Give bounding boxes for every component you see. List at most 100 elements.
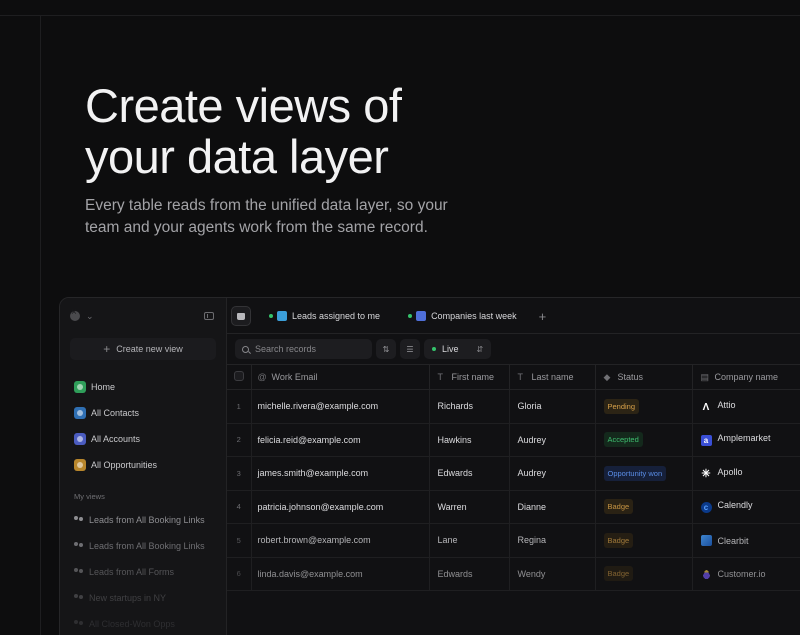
add-tab-button[interactable]: +	[539, 309, 547, 324]
main-panel: Leads assigned to me Companies last week…	[226, 298, 800, 635]
building-icon: ▤	[700, 371, 710, 382]
view-item[interactable]: All Closed-Won Opps	[60, 611, 226, 635]
close-icon[interactable]	[70, 307, 80, 321]
table-row[interactable]: 6 linda.davis@example.com Edwards Wendy …	[227, 557, 800, 591]
table-row[interactable]: 5 robert.brown@example.com Lane Regina B…	[227, 523, 800, 558]
contacts-icon	[74, 407, 86, 419]
cell-company[interactable]: Clearbit	[692, 523, 800, 558]
cell-company[interactable]: Λ Attio	[692, 389, 800, 424]
sidebar-item-all-accounts[interactable]: All Accounts	[60, 426, 226, 452]
column-header-status[interactable]: ◆ Status	[595, 364, 693, 390]
cell-first-name[interactable]: Edwards	[429, 557, 510, 591]
tab-home[interactable]	[231, 306, 251, 326]
sort-button[interactable]: ⇅	[376, 339, 396, 359]
calendly-logo-icon: c	[700, 502, 712, 514]
left-divider	[40, 15, 41, 635]
sidebar-toggle-icon[interactable]	[204, 312, 214, 320]
hero-subtitle: Every table reads from the unified data …	[85, 197, 448, 236]
cell-last-name[interactable]: Audrey	[509, 423, 596, 457]
live-mode-select[interactable]: Live ⇵	[424, 339, 492, 359]
search-placeholder: Search records	[255, 344, 317, 354]
cell-company[interactable]: ✳ Apollo	[692, 456, 800, 491]
cell-company[interactable]: a Amplemarket	[692, 423, 800, 457]
plus-icon: +	[103, 342, 111, 356]
attio-logo-icon: Λ	[702, 401, 710, 413]
cell-last-name[interactable]: Gloria	[509, 389, 596, 424]
cell-status[interactable]: Opportunity won	[595, 456, 693, 491]
view-item[interactable]: Leads from All Booking Links	[60, 533, 226, 559]
table-row[interactable]: 1 michelle.rivera@example.com Richards G…	[227, 389, 800, 424]
status-badge: Pending	[603, 398, 640, 414]
column-header-first-name[interactable]: T First name	[429, 364, 510, 390]
view-item-label: Leads from All Booking Links	[89, 541, 205, 551]
cell-status[interactable]: Accepted	[595, 423, 693, 457]
tab-companies-last-week[interactable]: Companies last week	[402, 305, 527, 327]
chevron-down-icon[interactable]: ⌄	[86, 311, 94, 322]
cell-first-name[interactable]: Richards	[429, 389, 510, 424]
column-header-company-name[interactable]: ▤ Company name	[692, 364, 800, 390]
table-row[interactable]: 4 patricia.johnson@example.com Warren Di…	[227, 490, 800, 524]
status-badge: Accepted	[603, 432, 643, 448]
row-number: 5	[227, 523, 252, 558]
cell-company[interactable]: c Calendly	[692, 490, 800, 524]
cell-last-name[interactable]: Wendy	[509, 557, 596, 591]
select-all-checkbox-cell[interactable]	[227, 364, 252, 390]
opportunities-icon	[74, 459, 86, 471]
company-name: Customer.io	[717, 569, 766, 580]
row-number: 2	[227, 423, 252, 457]
cell-email[interactable]: linda.davis@example.com	[251, 557, 430, 591]
status-badge: Badge	[603, 499, 634, 515]
cell-email[interactable]: robert.brown@example.com	[251, 523, 430, 558]
filter-button[interactable]: ☰	[400, 339, 420, 359]
cell-status[interactable]: Pending	[595, 389, 693, 424]
tab-leads-assigned-to-me[interactable]: Leads assigned to me	[263, 305, 390, 327]
top-divider	[0, 15, 800, 16]
sidebar-item-label: All Opportunities	[91, 460, 158, 470]
cell-company[interactable]: Customer.io	[692, 557, 800, 591]
sidebar: ⌄ + Create new view Home All Contacts Al…	[60, 298, 226, 635]
filter-icon: ☰	[406, 344, 414, 354]
search-input[interactable]: Search records	[235, 339, 372, 359]
cell-first-name[interactable]: Edwards	[429, 456, 510, 491]
cell-last-name[interactable]: Audrey	[509, 456, 596, 491]
view-item[interactable]: New startups in NY	[60, 585, 226, 611]
users-icon	[74, 568, 84, 576]
cell-email[interactable]: patricia.johnson@example.com	[251, 490, 430, 524]
cell-status[interactable]: Badge	[595, 490, 693, 524]
create-new-view-label: Create new view	[116, 344, 183, 354]
tab-bar: Leads assigned to me Companies last week…	[227, 298, 800, 334]
row-number: 4	[227, 490, 252, 524]
column-header-work-email[interactable]: @ Work Email	[251, 364, 430, 390]
row-number: 3	[227, 456, 252, 491]
cell-first-name[interactable]: Lane	[429, 523, 510, 558]
cell-last-name[interactable]: Dianne	[509, 490, 596, 524]
row-number: 6	[227, 557, 252, 591]
table-row[interactable]: 3 james.smith@example.com Edwards Audrey…	[227, 456, 800, 491]
search-icon	[242, 345, 249, 353]
column-header-label: First name	[451, 372, 495, 382]
home-icon	[237, 312, 245, 320]
cell-email[interactable]: felicia.reid@example.com	[251, 423, 430, 457]
cell-email[interactable]: james.smith@example.com	[251, 456, 430, 491]
sidebar-item-all-contacts[interactable]: All Contacts	[60, 400, 226, 426]
sidebar-item-label: All Accounts	[91, 434, 141, 444]
cell-status[interactable]: Badge	[595, 523, 693, 558]
cell-first-name[interactable]: Hawkins	[429, 423, 510, 457]
cell-email[interactable]: michelle.rivera@example.com	[251, 389, 430, 424]
company-name: Apollo	[717, 466, 743, 477]
create-new-view-button[interactable]: + Create new view	[70, 338, 216, 360]
cell-status[interactable]: Badge	[595, 557, 693, 591]
column-header-label: Company name	[714, 371, 779, 382]
cell-first-name[interactable]: Warren	[429, 490, 510, 524]
column-header-label: Last name	[531, 372, 574, 382]
cell-last-name[interactable]: Regina	[509, 523, 596, 558]
view-item[interactable]: Leads from All Forms	[60, 559, 226, 585]
sidebar-item-home[interactable]: Home	[60, 374, 226, 400]
select-all-checkbox[interactable]	[233, 371, 244, 381]
company-name: Amplemarket	[717, 433, 771, 444]
view-item[interactable]: Leads from All Booking Links	[60, 507, 226, 533]
table-row[interactable]: 2 felicia.reid@example.com Hawkins Audre…	[227, 423, 800, 457]
users-icon	[74, 620, 84, 628]
sidebar-item-all-opportunities[interactable]: All Opportunities	[60, 452, 226, 478]
column-header-last-name[interactable]: T Last name	[509, 364, 596, 390]
